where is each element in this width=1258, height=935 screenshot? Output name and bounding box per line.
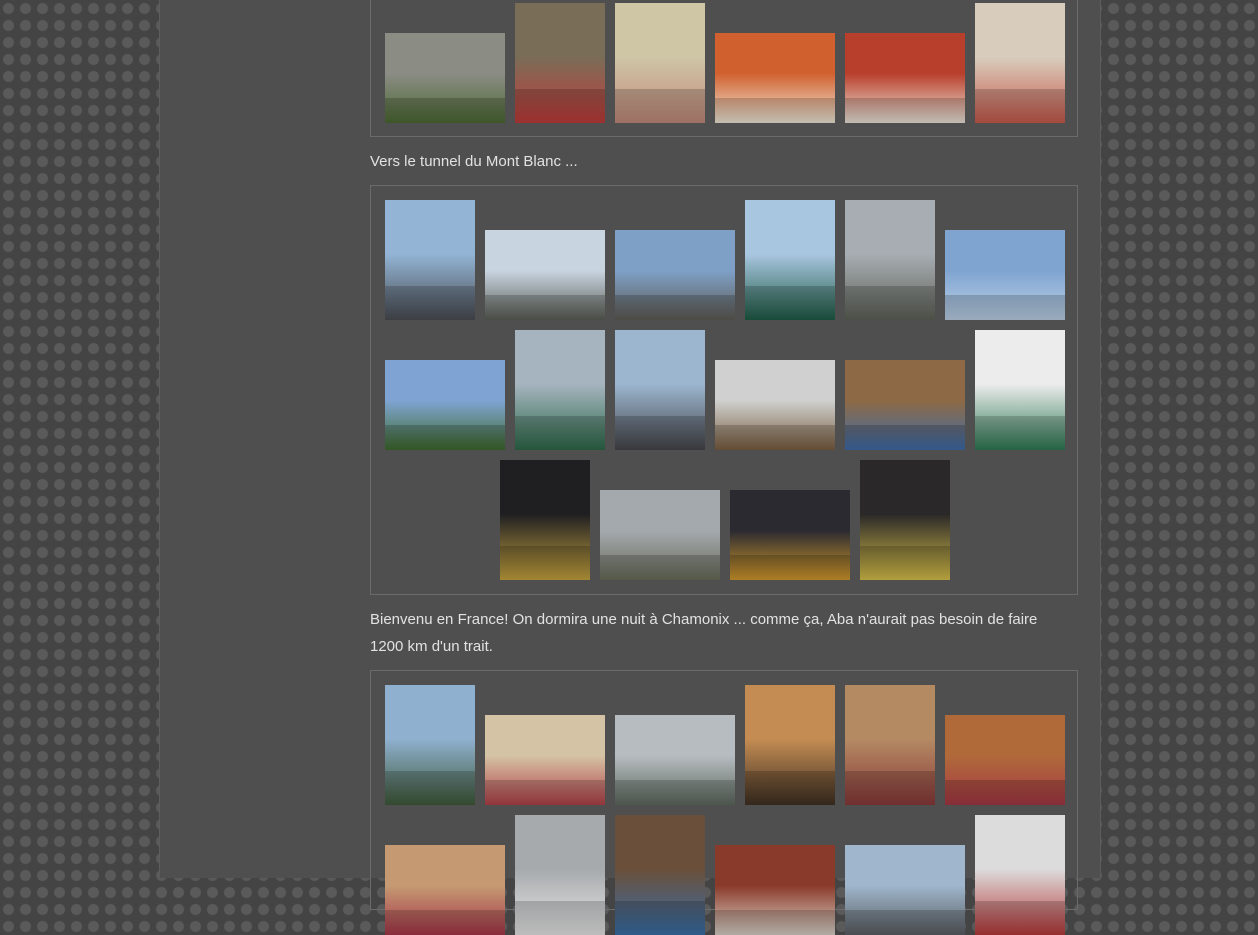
photo-chamonix-town[interactable] [615,715,735,805]
photo-radio-sign[interactable] [730,490,850,580]
photo-balcony-view[interactable] [715,845,835,935]
photo-wooden-stairs[interactable] [745,685,835,805]
photo-flags[interactable] [600,490,720,580]
photo-hill-village[interactable] [385,685,475,805]
photo-room-top-view[interactable] [945,715,1065,805]
photo-sky-cloud[interactable] [945,230,1065,320]
photo-corn-field[interactable] [385,360,505,450]
photo-mountain-road[interactable] [615,330,705,450]
photo-ivrea-sign[interactable] [515,330,605,450]
photo-lunch-plates[interactable] [845,33,965,123]
photo-mont-blanc-sign[interactable] [975,330,1065,450]
photo-bridge-highway[interactable] [385,200,475,320]
photo-tshirt-shop[interactable] [975,815,1065,935]
photo-bunk-room[interactable] [845,685,935,805]
gallery-tunnel [370,185,1078,595]
photo-clouds-highway[interactable] [615,230,735,320]
photo-mountain-peaks[interactable] [845,845,965,935]
gallery-intro [370,0,1078,137]
photo-map-finger[interactable] [615,3,705,123]
gallery-chamonix [370,670,1078,935]
photo-tunnel-lights[interactable] [500,460,590,580]
photo-glacier[interactable] [515,815,605,935]
photo-tunnel-inside[interactable] [860,460,950,580]
photo-bed-relax[interactable] [385,845,505,935]
caption-tunnel: Vers le tunnel du Mont Blanc ... [370,153,578,170]
photo-valley-mountains[interactable] [485,230,605,320]
photo-aosta-sign[interactable] [745,200,835,320]
photo-lunch-tray[interactable] [715,33,835,123]
photo-hotel-bed[interactable] [485,715,605,805]
caption-france: Bienvenu en France! On dormira une nuit … [370,611,1038,655]
photo-cloudy-road[interactable] [845,200,935,320]
photo-postcards[interactable] [615,815,705,935]
photo-street-poster[interactable] [515,3,605,123]
photo-border-sign[interactable] [845,360,965,450]
photo-flower-shop[interactable] [385,33,505,123]
photo-road-map[interactable] [975,3,1065,123]
photo-tunnel-entrance[interactable] [715,360,835,450]
